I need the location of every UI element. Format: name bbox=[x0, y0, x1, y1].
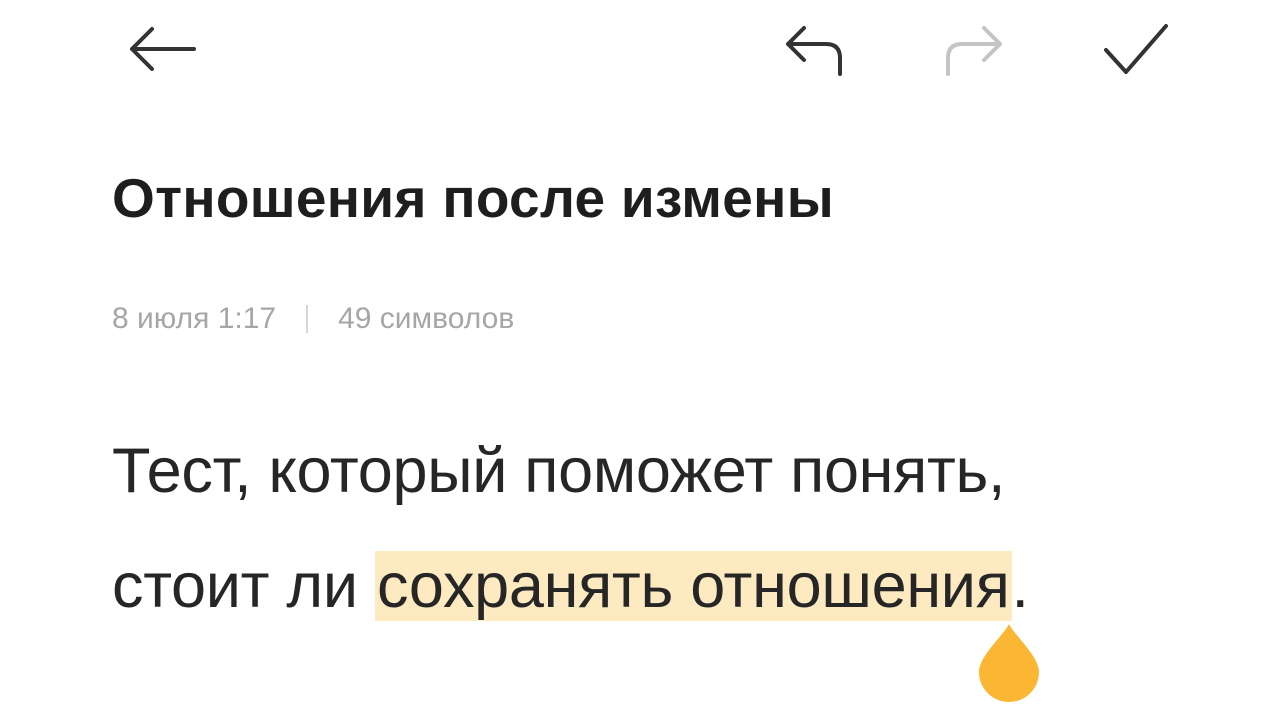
note-meta: 8 июля 1:17 49 символов bbox=[112, 302, 514, 336]
note-body[interactable]: Тест, который поможет понять, стоит ли с… bbox=[112, 414, 1212, 644]
check-icon bbox=[1104, 24, 1168, 74]
undo-icon bbox=[786, 26, 842, 76]
arrow-left-icon bbox=[130, 27, 196, 71]
confirm-button[interactable] bbox=[1098, 20, 1172, 80]
cursor-handle[interactable] bbox=[977, 622, 1041, 709]
undo-button[interactable] bbox=[780, 20, 846, 78]
note-date: 8 июля 1:17 bbox=[112, 302, 277, 335]
char-count: 49 символов bbox=[338, 302, 515, 335]
cursor-handle-icon bbox=[979, 624, 1039, 702]
body-line[interactable]: стоит ли сохранять отношения. bbox=[112, 529, 1212, 644]
note-title[interactable]: Отношения после измены bbox=[112, 166, 834, 230]
body-text-segment[interactable]: . bbox=[1012, 551, 1030, 621]
redo-icon bbox=[946, 26, 1002, 76]
note-editor-screen: Отношения после измены 8 июля 1:17 49 си… bbox=[0, 0, 1280, 720]
back-button[interactable] bbox=[122, 22, 202, 76]
body-line[interactable]: Тест, который поможет понять, bbox=[112, 414, 1212, 529]
meta-divider bbox=[306, 305, 309, 333]
redo-button[interactable] bbox=[942, 20, 1008, 78]
selected-text[interactable]: сохранять отношения bbox=[375, 551, 1012, 621]
body-text-segment[interactable]: стоит ли bbox=[112, 551, 375, 621]
